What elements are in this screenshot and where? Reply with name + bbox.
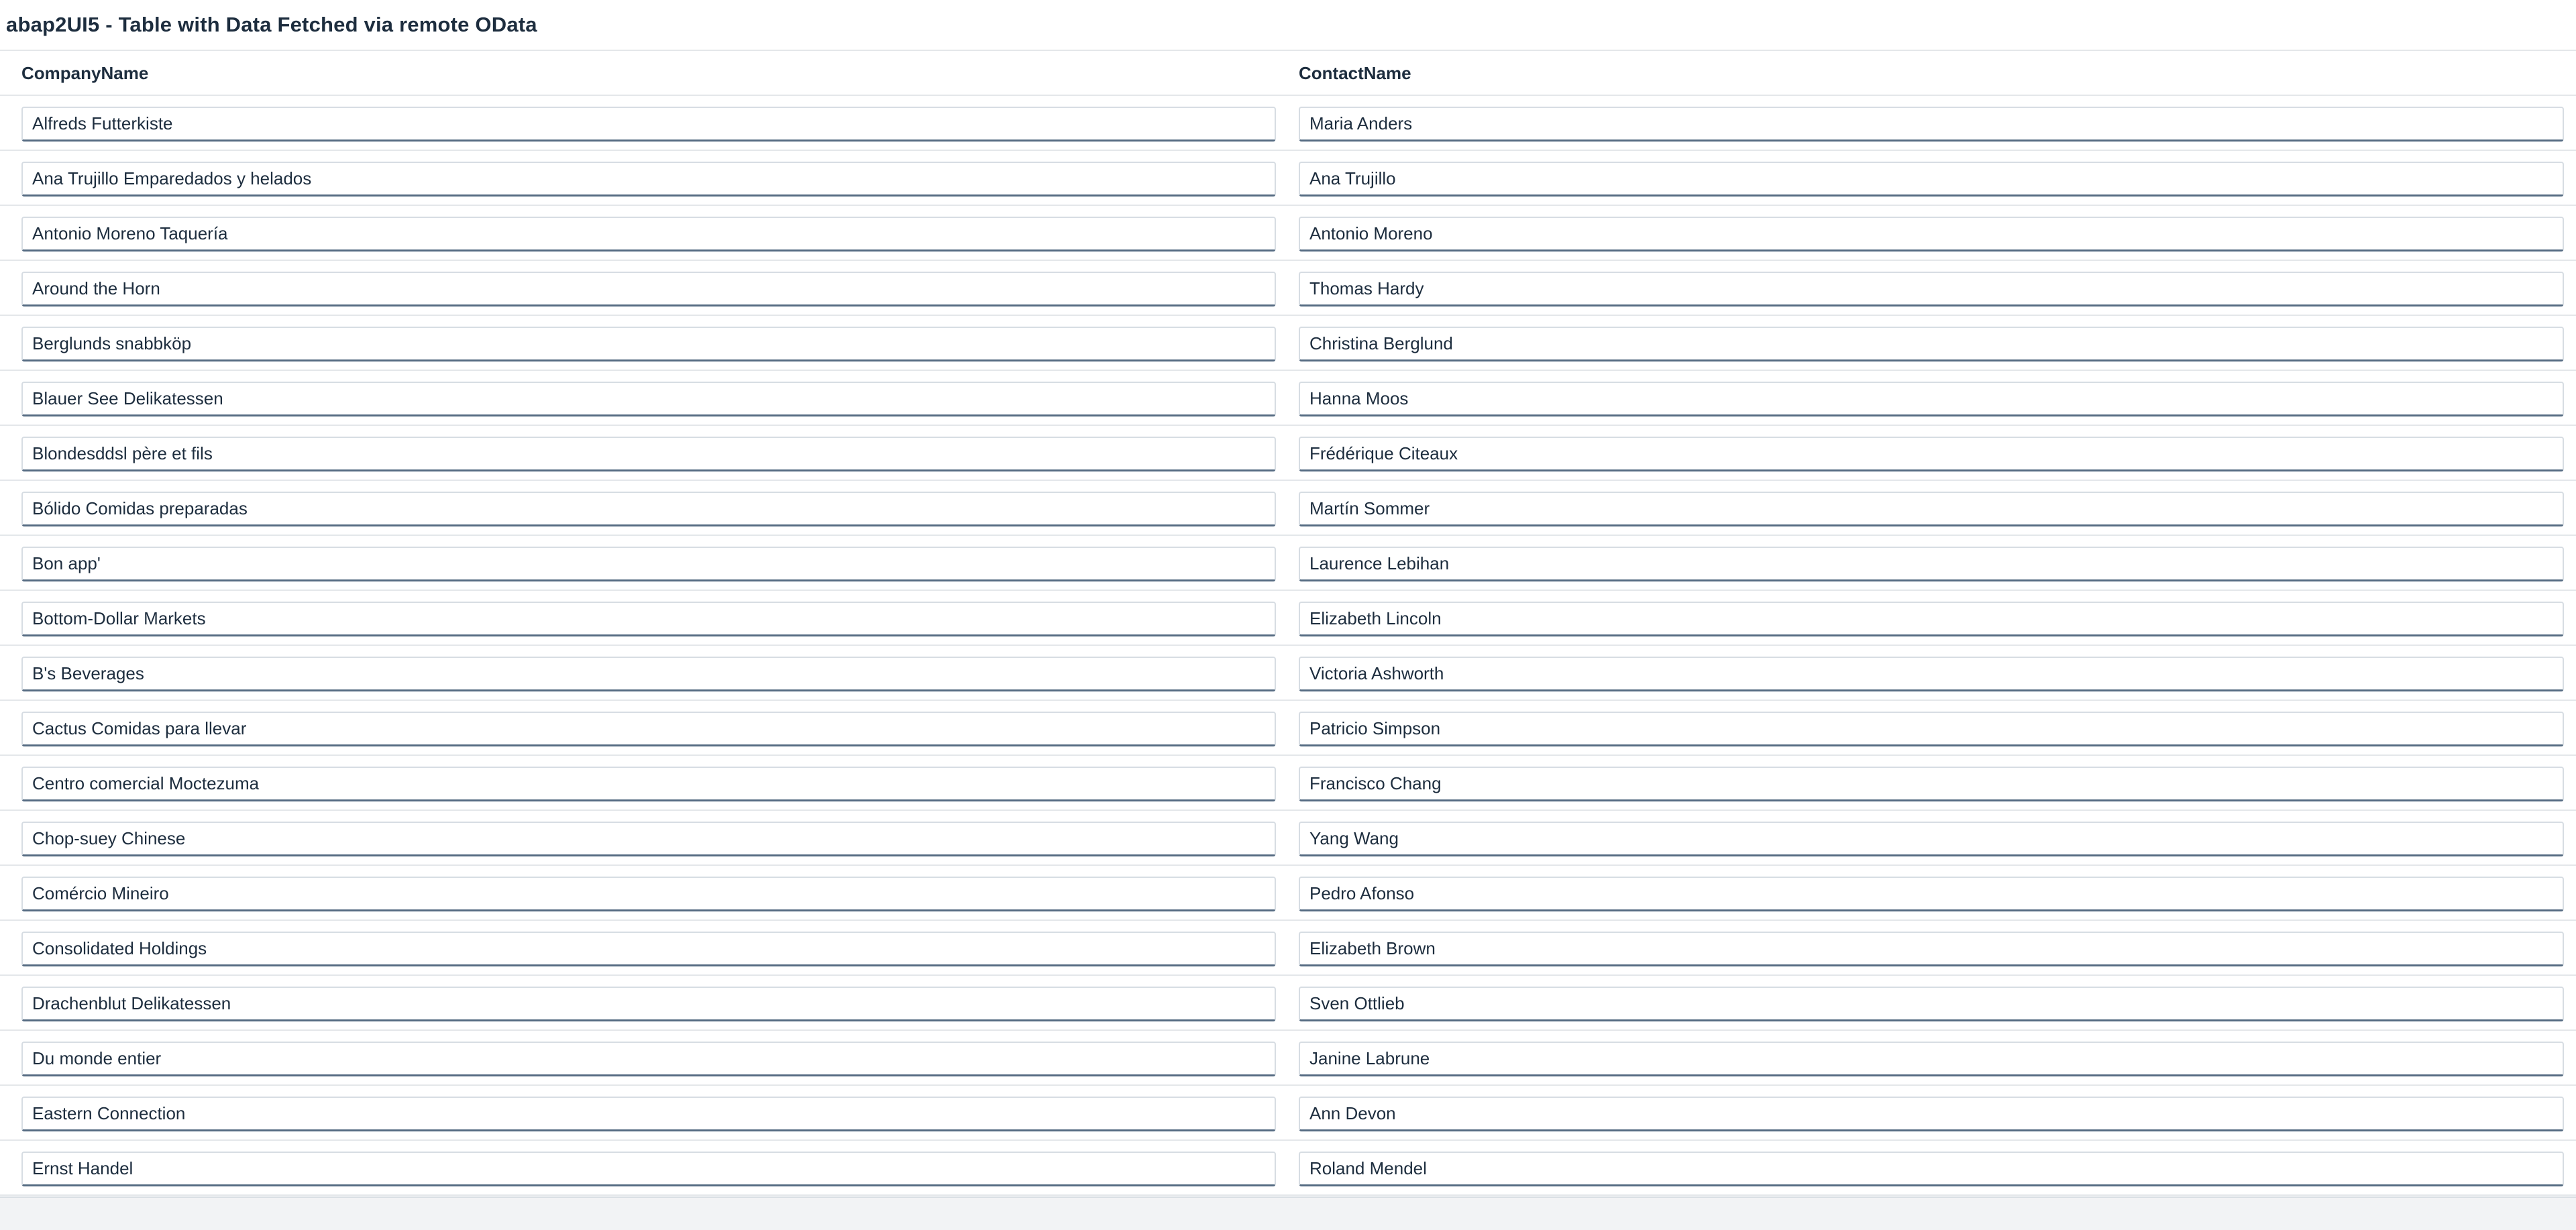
table-row[interactable]: Ernst Handel Roland Mendel [0, 1141, 2576, 1196]
company-name-input[interactable]: Chop-suey Chinese [21, 822, 1276, 856]
contact-name-input[interactable]: Ann Devon [1299, 1097, 2564, 1131]
contact-name-input[interactable]: Frédérique Citeaux [1299, 437, 2564, 471]
company-name-input[interactable]: Consolidated Holdings [21, 932, 1276, 966]
table-row[interactable]: Around the Horn Thomas Hardy [0, 261, 2576, 316]
table-row[interactable]: Centro comercial Moctezuma Francisco Chan… [0, 756, 2576, 811]
company-name-input[interactable]: Antonio Moreno Taquería [21, 217, 1276, 251]
page-title: abap2UI5 - Table with Data Fetched via r… [6, 13, 537, 36]
contact-name-input[interactable]: Janine Labrune [1299, 1042, 2564, 1076]
company-name-input[interactable]: Alfreds Futterkiste [21, 107, 1276, 142]
table-row[interactable]: Bólido Comidas preparadas Martín Sommer [0, 481, 2576, 536]
table-row[interactable]: Ana Trujillo Emparedados y helados Ana Tr… [0, 151, 2576, 206]
company-name-input[interactable]: Comércio Mineiro [21, 877, 1276, 911]
contact-name-input[interactable]: Pedro Afonso [1299, 877, 2564, 911]
table-row[interactable]: Consolidated Holdings Elizabeth Brown [0, 921, 2576, 976]
company-name-input[interactable]: Drachenblut Delikatessen [21, 987, 1276, 1021]
company-name-input[interactable]: Blondesddsl père et fils [21, 437, 1276, 471]
contact-name-input[interactable]: Christina Berglund [1299, 327, 2564, 361]
contact-name-input[interactable]: Patricio Simpson [1299, 712, 2564, 746]
contact-name-input[interactable]: Elizabeth Lincoln [1299, 602, 2564, 636]
company-name-input[interactable]: Ana Trujillo Emparedados y helados [21, 162, 1276, 197]
table-row[interactable]: Blauer See Delikatessen Hanna Moos [0, 371, 2576, 426]
contact-name-input[interactable]: Martín Sommer [1299, 492, 2564, 526]
contact-name-input[interactable]: Thomas Hardy [1299, 272, 2564, 306]
table-row[interactable]: Du monde entier Janine Labrune [0, 1031, 2576, 1086]
column-header-contact-name[interactable]: ContactName [1299, 52, 1411, 95]
company-name-input[interactable]: Cactus Comidas para llevar [21, 712, 1276, 746]
company-name-input[interactable]: Bottom-Dollar Markets [21, 602, 1276, 636]
contact-name-input[interactable]: Victoria Ashworth [1299, 657, 2564, 691]
table-header-row: CompanyName ContactName [0, 52, 2576, 96]
company-name-input[interactable]: Blauer See Delikatessen [21, 382, 1276, 416]
company-name-input[interactable]: Berglunds snabbköp [21, 327, 1276, 361]
contact-name-input[interactable]: Laurence Lebihan [1299, 547, 2564, 581]
company-name-input[interactable]: Around the Horn [21, 272, 1276, 306]
table-row[interactable]: Cactus Comidas para llevar Patricio Simps… [0, 701, 2576, 756]
company-name-input[interactable]: Du monde entier [21, 1042, 1276, 1076]
table-row[interactable]: Eastern Connection Ann Devon [0, 1086, 2576, 1141]
footer-bar [0, 1196, 2576, 1230]
table-row[interactable]: Bottom-Dollar Markets Elizabeth Lincoln [0, 591, 2576, 646]
table-row[interactable]: Berglunds snabbköp Christina Berglund [0, 316, 2576, 371]
table-row[interactable]: Alfreds Futterkiste Maria Anders [0, 96, 2576, 151]
app-window: abap2UI5 - Table with Data Fetched via r… [0, 0, 2576, 1230]
company-name-input[interactable]: Ernst Handel [21, 1152, 1276, 1186]
contact-name-input[interactable]: Hanna Moos [1299, 382, 2564, 416]
contact-name-input[interactable]: Roland Mendel [1299, 1152, 2564, 1186]
data-table: CompanyName ContactName Alfreds Futterki… [0, 52, 2576, 1196]
company-name-input[interactable]: Centro comercial Moctezuma [21, 767, 1276, 801]
contact-name-input[interactable]: Elizabeth Brown [1299, 932, 2564, 966]
contact-name-input[interactable]: Maria Anders [1299, 107, 2564, 142]
table-row[interactable]: Comércio Mineiro Pedro Afonso [0, 866, 2576, 921]
contact-name-input[interactable]: Ana Trujillo [1299, 162, 2564, 197]
table-row[interactable]: Drachenblut Delikatessen Sven Ottlieb [0, 976, 2576, 1031]
table-body: Alfreds Futterkiste Maria Anders Ana Truji… [0, 96, 2576, 1196]
contact-name-input[interactable]: Yang Wang [1299, 822, 2564, 856]
table-row[interactable]: Blondesddsl père et fils Frédérique Citea… [0, 426, 2576, 481]
contact-name-input[interactable]: Sven Ottlieb [1299, 987, 2564, 1021]
company-name-input[interactable]: Bon app' [21, 547, 1276, 581]
company-name-input[interactable]: Eastern Connection [21, 1097, 1276, 1131]
contact-name-input[interactable]: Francisco Chang [1299, 767, 2564, 801]
column-header-company-name[interactable]: CompanyName [21, 52, 148, 95]
company-name-input[interactable]: B's Beverages [21, 657, 1276, 691]
table-row[interactable]: Chop-suey Chinese Yang Wang [0, 811, 2576, 866]
table-row[interactable]: Bon app' Laurence Lebihan [0, 536, 2576, 591]
table-row[interactable]: Antonio Moreno Taquería Antonio Moreno [0, 206, 2576, 261]
page-header: abap2UI5 - Table with Data Fetched via r… [0, 0, 2576, 51]
contact-name-input[interactable]: Antonio Moreno [1299, 217, 2564, 251]
table-row[interactable]: B's Beverages Victoria Ashworth [0, 646, 2576, 701]
company-name-input[interactable]: Bólido Comidas preparadas [21, 492, 1276, 526]
